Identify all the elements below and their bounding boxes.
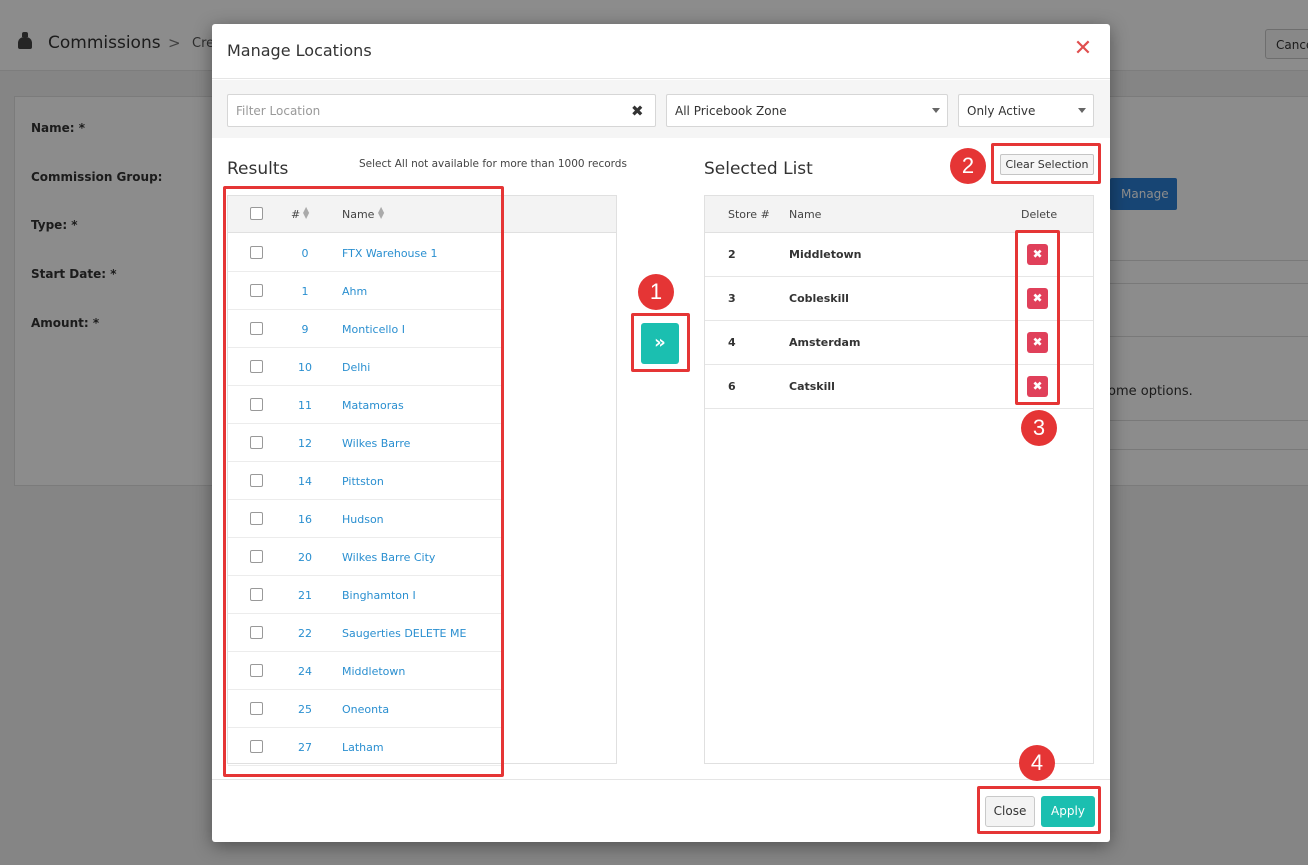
- chevron-down-icon: [932, 108, 940, 113]
- close-icon[interactable]: ✕: [1072, 38, 1094, 60]
- store-name: Catskill: [789, 380, 835, 393]
- selected-list-title: Selected List: [704, 159, 813, 179]
- status-select[interactable]: Only Active: [958, 94, 1094, 127]
- chevron-down-icon: [1078, 108, 1086, 113]
- clear-filter-icon[interactable]: ✖: [631, 102, 644, 120]
- filter-location-field: ✖: [227, 94, 656, 127]
- modal-title: Manage Locations: [227, 41, 372, 60]
- pricebook-zone-value: All Pricebook Zone: [675, 104, 787, 118]
- annotation-box-footer: [977, 786, 1101, 834]
- annotation-box-results: [223, 186, 504, 777]
- modal-footer: Close Apply: [212, 779, 1110, 842]
- annotation-box-move: [631, 313, 690, 372]
- store-name: Amsterdam: [789, 336, 861, 349]
- results-title: Results: [227, 159, 289, 179]
- modal-header: Manage Locations ✕: [212, 24, 1110, 79]
- store-number: 6: [728, 380, 736, 393]
- name-column-header: Name: [789, 208, 822, 221]
- selected-header-row: Store # Name Delete: [705, 196, 1093, 233]
- annotation-badge-1: 1: [638, 274, 674, 310]
- store-number: 2: [728, 248, 736, 261]
- filter-bar: ✖ All Pricebook Zone Only Active: [212, 80, 1110, 138]
- status-value: Only Active: [967, 104, 1036, 118]
- annotation-box-clear: [991, 143, 1101, 184]
- filter-location-input[interactable]: [228, 95, 608, 126]
- store-column-header: Store #: [728, 208, 770, 221]
- annotation-badge-3: 3: [1021, 410, 1057, 446]
- store-name: Middletown: [789, 248, 862, 261]
- annotation-badge-2: 2: [950, 148, 986, 184]
- pricebook-zone-select[interactable]: All Pricebook Zone: [666, 94, 948, 127]
- store-number: 3: [728, 292, 736, 305]
- annotation-box-delete: [1015, 230, 1060, 405]
- select-all-note: Select All not available for more than 1…: [359, 158, 627, 170]
- delete-column-header: Delete: [1021, 208, 1058, 221]
- annotation-badge-4: 4: [1019, 745, 1055, 781]
- store-name: Cobleskill: [789, 292, 849, 305]
- store-number: 4: [728, 336, 736, 349]
